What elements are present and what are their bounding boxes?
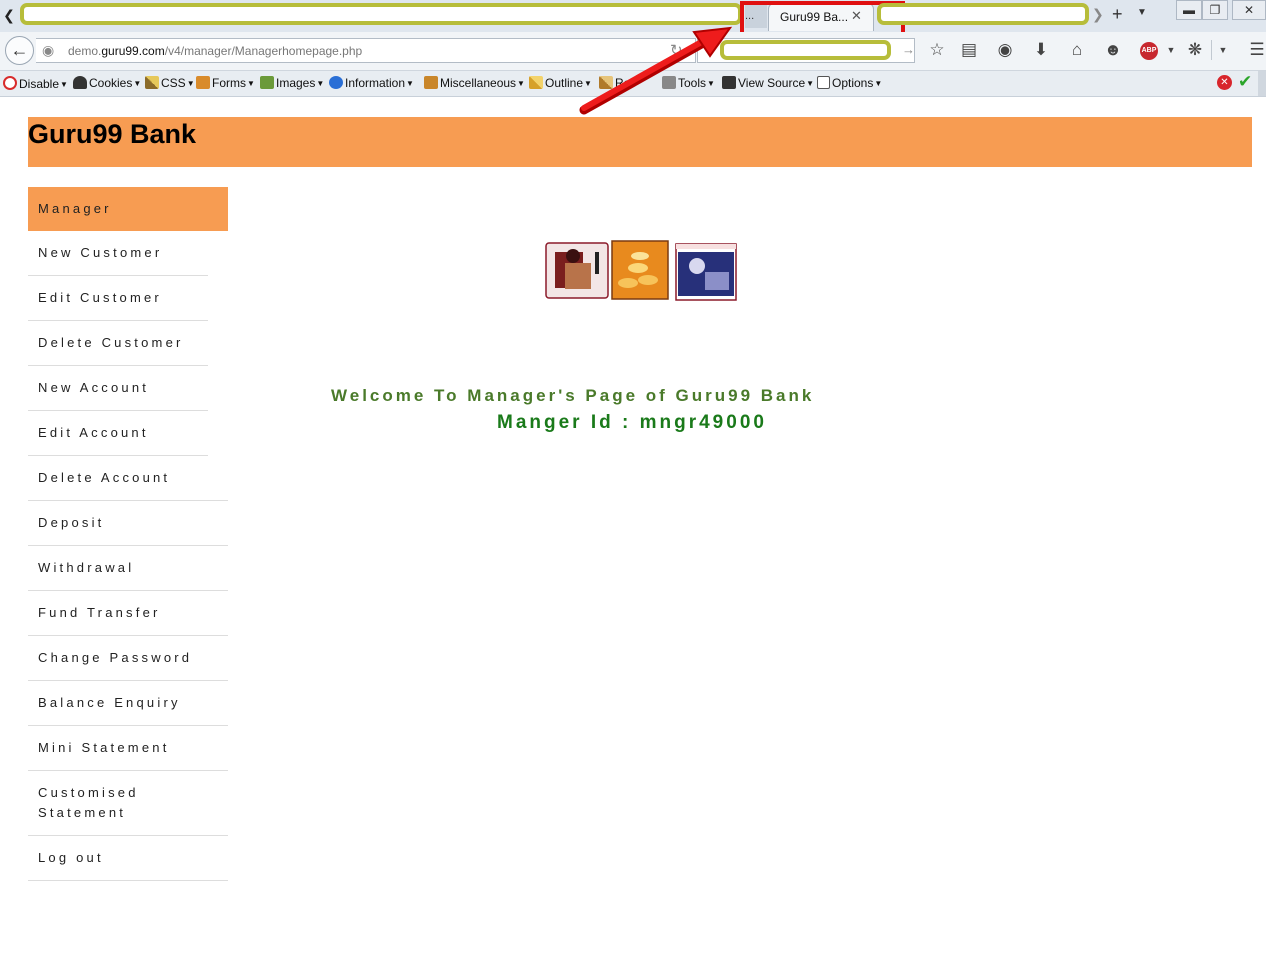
menu-item-customised-statement[interactable]: Customised Statement [28, 771, 228, 836]
url-text: demo.guru99.com/v4/manager/Managerhomepa… [68, 44, 362, 58]
adblock-dropdown-icon[interactable]: ▼ [1160, 45, 1182, 55]
menu-item-new-account[interactable]: New Account [28, 366, 208, 411]
wd-forms-menu[interactable]: Forms▼ [196, 76, 255, 90]
tab-scroll-left-icon[interactable]: ❮ [2, 6, 16, 24]
welcome-message: Welcome To Manager's Page of Guru99 Bank [331, 386, 815, 405]
search-go-icon[interactable]: → [902, 42, 915, 57]
back-icon[interactable]: ← [5, 36, 34, 65]
tab-list-icon[interactable]: ▼ [1137, 7, 1147, 18]
toolbar-dropdown-icon[interactable]: ▼ [1212, 45, 1234, 55]
banner-image [545, 240, 737, 301]
forms-icon [196, 76, 210, 89]
miscellaneous-icon [424, 76, 438, 89]
menu-item-edit-customer[interactable]: Edit Customer [28, 276, 208, 321]
minimize-icon[interactable]: ▬ [1176, 0, 1202, 20]
site-header: Guru99 Bank [28, 117, 1252, 167]
wd-information-label: Information [345, 76, 406, 90]
menu-item-balance-enquiry[interactable]: Balance Enquiry [28, 681, 228, 726]
wd-forms-label: Forms [212, 76, 246, 90]
menu-hamburger-icon[interactable]: ☰ [1246, 40, 1266, 60]
options-icon [817, 76, 830, 89]
cookies-icon [73, 76, 87, 89]
wd-cookies-label: Cookies [89, 76, 133, 90]
menu-item-fund-transfer[interactable]: Fund Transfer [28, 591, 228, 636]
wd-css-label: CSS [161, 76, 186, 90]
menu-item-log-out[interactable]: Log out [28, 836, 228, 881]
menu-item-change-password[interactable]: Change Password [28, 636, 228, 681]
information-icon [329, 76, 343, 89]
menu-item-mini-statement[interactable]: Mini Statement [28, 726, 228, 771]
tab-scroll-right-icon[interactable]: ❯ [1092, 6, 1104, 23]
menu-item-edit-account[interactable]: Edit Account [28, 411, 208, 456]
url-path: /v4/manager/Managerhomepage.php [164, 44, 363, 58]
css-icon [145, 76, 159, 89]
checkmark-icon[interactable]: ✔ [1238, 72, 1252, 92]
window-close-icon[interactable]: ✕ [1232, 0, 1266, 20]
wd-options-label: Options [832, 76, 874, 90]
menu-item-delete-customer[interactable]: Delete Customer [28, 321, 208, 366]
wd-miscellaneous-label: Miscellaneous [440, 76, 517, 90]
adblock-icon[interactable]: ABP [1140, 42, 1158, 60]
hello-icon[interactable]: ☻ [1102, 40, 1124, 60]
toolbar-scroll [1258, 71, 1266, 96]
wd-miscellaneous-menu[interactable]: Miscellaneous▼ [424, 76, 525, 90]
pocket-icon[interactable]: ◉ [994, 40, 1016, 60]
menu-item-delete-account[interactable]: Delete Account [28, 456, 228, 501]
menu-item-manager[interactable]: Manager [28, 187, 228, 231]
outline-icon [529, 76, 543, 89]
bookmark-star-icon[interactable]: ☆ [926, 40, 948, 60]
menu-item-deposit[interactable]: Deposit [28, 501, 228, 546]
restore-icon[interactable]: ❐ [1202, 0, 1228, 20]
home-icon[interactable]: ⌂ [1066, 40, 1088, 60]
wd-disable-menu[interactable]: Disable▼ [3, 76, 68, 91]
disable-icon [3, 76, 17, 90]
wd-disable-label: Disable [19, 77, 60, 91]
wd-css-menu[interactable]: CSS▼ [145, 76, 195, 90]
wd-images-menu[interactable]: Images▼ [260, 76, 324, 90]
manager-menu: Manager New Customer Edit Customer Delet… [28, 187, 228, 881]
wd-images-label: Images [276, 76, 316, 90]
manager-id: Manger Id : mngr49000 [497, 412, 767, 433]
wd-cookies-menu[interactable]: Cookies▼ [73, 76, 141, 90]
globe-icon: ◉ [42, 42, 55, 58]
url-prefix: demo. [68, 44, 102, 58]
download-icon[interactable]: ⬇ [1030, 40, 1052, 60]
brand-title: Guru99 Bank [28, 119, 197, 149]
images-icon [260, 76, 274, 89]
menu-item-new-customer[interactable]: New Customer [28, 231, 208, 276]
url-domain: guru99.com [101, 44, 165, 58]
bookmarks-list-icon[interactable]: ▤ [958, 40, 980, 60]
annotation-arrow [579, 26, 733, 115]
firebug-icon[interactable]: ❋ [1184, 40, 1206, 60]
wd-options-menu[interactable]: Options▼ [817, 76, 882, 90]
new-tab-icon[interactable]: + [1112, 4, 1123, 25]
error-icon[interactable]: ✕ [1217, 75, 1232, 90]
menu-item-withdrawal[interactable]: Withdrawal [28, 546, 228, 591]
highlight-bar-right [877, 3, 1089, 25]
wd-information-menu[interactable]: Information▼ [329, 76, 414, 90]
